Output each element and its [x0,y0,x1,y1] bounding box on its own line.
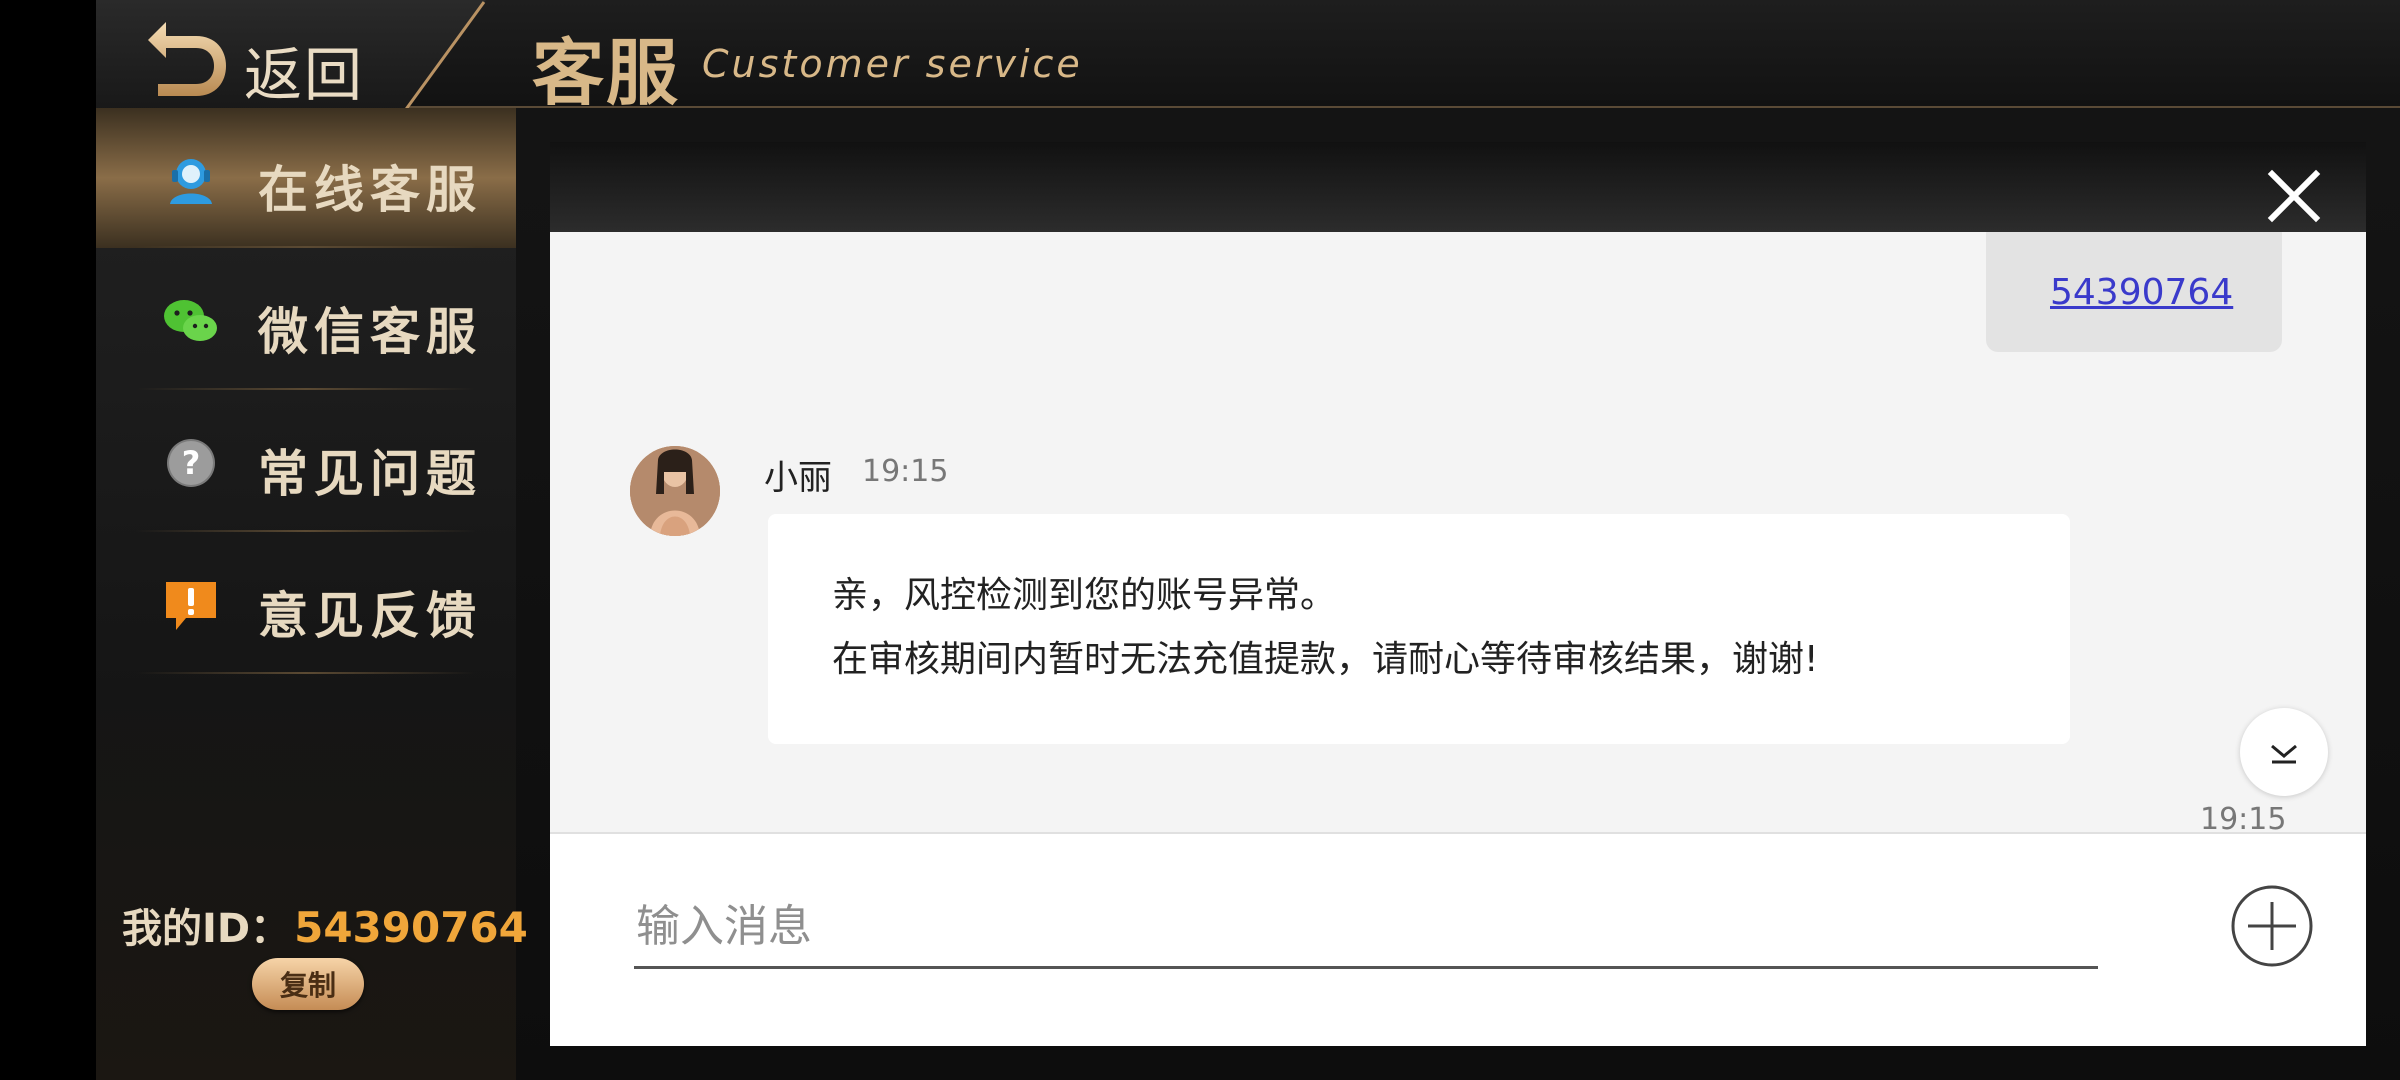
divider [136,388,476,390]
user-id-value: 54390764 [294,903,528,952]
svg-text:?: ? [182,444,201,482]
close-icon[interactable] [2266,168,2322,224]
headset-icon [170,159,212,204]
scroll-to-bottom-button[interactable] [2240,708,2328,796]
message-text-line: 在审核期间内暂时无法充值提款，请耐心等待审核结果，谢谢! [832,639,1819,680]
page-subtitle: Customer service [702,42,1083,86]
message-input[interactable] [634,886,2098,969]
chat-topbar [550,142,2366,232]
sidebar-item-faq[interactable]: ? 常见问题 [96,392,516,532]
message-timestamp: 19:15 [2200,802,2287,832]
chat-panel: 54390764 小丽 19:15 亲，风控检测到您的账号异常。 在审核期间内暂… [550,142,2366,1046]
app-root: 客服 Customer service 返回 在线客服 微信客服 ? 常见问题 … [96,0,2400,1080]
user-id-row: 我的ID：54390764 [122,896,528,954]
sidebar-item-label: 常见问题 [258,445,482,503]
sent-message-link[interactable]: 54390764 [2050,272,2233,313]
message-text-line: 亲，风控检测到您的账号异常。 [832,575,1337,616]
agent-avatar [630,446,720,536]
sidebar-item-wechat-service[interactable]: 微信客服 [96,250,516,390]
message-timestamp: 19:15 [862,454,949,489]
wechat-icon [164,300,217,341]
sender-name: 小丽 [764,458,832,498]
message-list: 54390764 小丽 19:15 亲，风控检测到您的账号异常。 在审核期间内暂… [550,232,2366,832]
avatar-image [630,446,720,536]
sidebar-item-label: 微信客服 [258,303,482,361]
back-arrow-icon [148,22,226,96]
sent-message-bubble: 54390764 [1986,232,2282,352]
divider [136,246,476,248]
divider [136,672,476,674]
question-icon: ? [167,439,215,487]
plus-icon[interactable] [2230,884,2314,968]
copy-id-button[interactable]: 复制 [252,958,364,1010]
sidebar-item-online-service[interactable]: 在线客服 [96,108,516,248]
user-id-label: 我的ID： [122,906,291,952]
sidebar-item-label: 在线客服 [258,161,482,219]
sidebar-item-label: 意见反馈 [258,587,482,645]
divider [136,530,476,532]
sidebar-item-feedback[interactable]: 意见反馈 [96,534,516,674]
received-message-bubble: 亲，风控检测到您的账号异常。 在审核期间内暂时无法充值提款，请耐心等待审核结果，… [768,514,2070,744]
feedback-icon [166,582,216,630]
back-label: 返回 [244,41,365,109]
chevron-down-icon [2271,744,2297,764]
page-title: 客服 [532,31,681,115]
sidebar: 在线客服 微信客服 ? 常见问题 意见反馈 我的ID：54390764 复制 [96,108,528,1080]
message-input-area [550,832,2366,1046]
